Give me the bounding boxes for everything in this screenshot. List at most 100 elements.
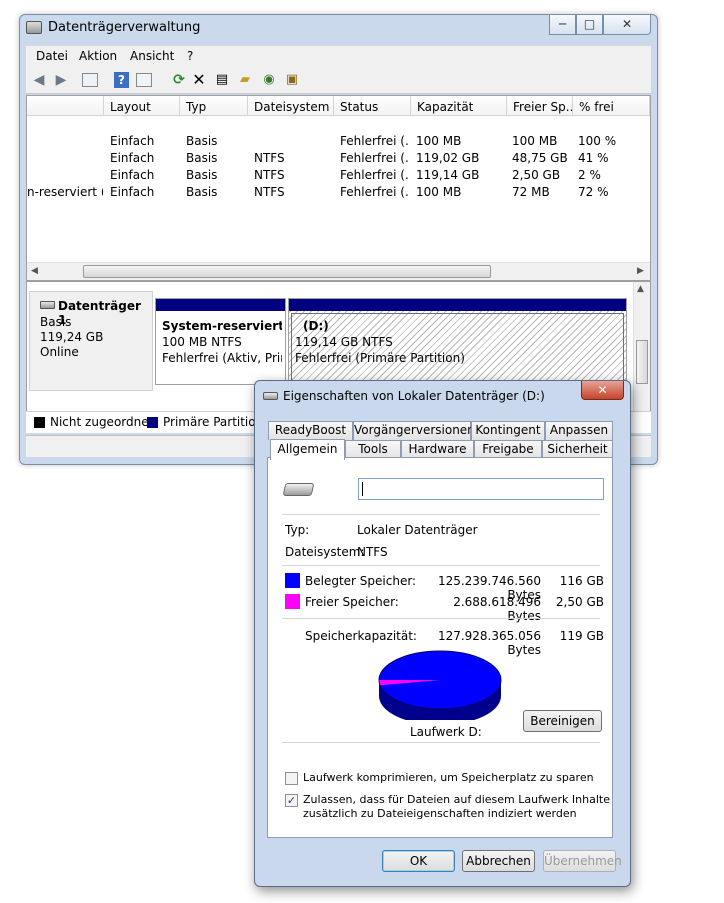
legend-primary-label: Primäre Partition <box>163 415 264 429</box>
row-prozent-frei: 100 % <box>578 134 617 148</box>
row-kapazitaet: 100 MB <box>416 134 462 148</box>
free-space-gb: 2,50 GB <box>555 595 604 609</box>
menu-datei[interactable]: Datei <box>36 49 68 63</box>
table-row[interactable]: n-reserviert (... Einfach Basis NTFS Feh… <box>27 185 650 202</box>
partition-system-reserved[interactable]: System-reserviert (E 100 MB NTFS Fehlerf… <box>155 298 286 385</box>
tab-readyboost[interactable]: ReadyBoost <box>268 421 353 440</box>
row-typ: Basis <box>186 185 218 199</box>
row-prozent-frei: 2 % <box>578 168 601 182</box>
text-cursor <box>362 482 363 496</box>
vertical-scrollbar[interactable]: ▲ <box>633 282 650 412</box>
row-freier-speicher: 100 MB <box>512 134 558 148</box>
drive-label: Laufwerk D: <box>410 725 482 739</box>
close-button[interactable]: ✕ <box>603 15 651 35</box>
disk-management-icon <box>26 21 42 34</box>
explore-icon[interactable]: ◉ <box>260 71 278 89</box>
maximize-button[interactable]: □ <box>576 15 603 35</box>
scroll-thumb[interactable] <box>636 340 648 384</box>
row-layout: Einfach <box>110 151 155 165</box>
scroll-left-icon[interactable]: ◀ <box>31 266 38 276</box>
index-checkbox[interactable]: ✓ <box>285 794 298 807</box>
row-prozent-frei: 41 % <box>578 151 609 165</box>
apply-button[interactable]: Übernehmen <box>543 850 622 872</box>
used-space-swatch <box>285 573 300 588</box>
horizontal-scrollbar[interactable]: ◀ ▶ <box>27 262 650 280</box>
row-status: Fehlerfrei (... <box>340 134 410 148</box>
partition-status: Fehlerfrei (Primäre Partition) <box>295 351 465 365</box>
row-typ: Basis <box>186 151 218 165</box>
drive-name-input[interactable] <box>358 478 604 500</box>
forward-arrow-icon[interactable]: ▶ <box>52 71 70 89</box>
menu-aktion[interactable]: Aktion <box>79 49 117 63</box>
volume-list: Layout Typ Dateisystem Status Kapazität … <box>26 95 651 281</box>
used-space-gb: 116 GB <box>559 574 604 588</box>
tab-vorgaengerversionen[interactable]: Vorgängerversionen <box>353 421 475 440</box>
dialog-title: Eigenschaften von Lokaler Datenträger (D… <box>283 389 545 403</box>
table-row[interactable]: Einfach Basis NTFS Fehlerfrei (... 119,1… <box>27 168 650 185</box>
menu-bar: Datei Aktion Ansicht ? <box>26 45 651 66</box>
console-tree-icon[interactable] <box>82 73 98 87</box>
table-row[interactable]: Einfach Basis Fehlerfrei (... 100 MB 100… <box>27 134 650 151</box>
ok-button[interactable]: OK <box>382 850 455 872</box>
row-dateisystem: NTFS <box>254 168 285 182</box>
partition-size: 119,14 GB NTFS <box>295 335 393 349</box>
row-dateisystem: NTFS <box>254 185 285 199</box>
column-header-volume[interactable] <box>27 96 104 116</box>
legend-unallocated-label: Nicht zugeordnet <box>50 415 154 429</box>
row-kapazitaet: 119,14 GB <box>416 168 480 182</box>
tab-allgemein[interactable]: Allgemein <box>270 439 345 460</box>
disk-usage-pie <box>378 650 502 720</box>
menu-help[interactable]: ? <box>187 49 193 63</box>
cancel-button[interactable]: Abbrechen <box>462 850 535 872</box>
partition-d[interactable]: (D:) 119,14 GB NTFS Fehlerfrei (Primäre … <box>288 298 627 385</box>
compress-label: Laufwerk komprimieren, um Speicherplatz … <box>303 771 594 784</box>
cleanup-button[interactable]: Bereinigen <box>523 710 602 732</box>
refresh-icon[interactable]: ⟳ <box>170 71 188 89</box>
column-header-layout[interactable]: Layout <box>104 96 180 116</box>
dateisystem-label: Dateisystem: <box>285 545 365 559</box>
column-header-prozent-frei[interactable]: % frei <box>573 96 650 116</box>
row-prozent-frei: 72 % <box>578 185 609 199</box>
open-folder-icon[interactable]: ▰ <box>236 71 254 89</box>
row-volume: n-reserviert (... <box>27 185 103 199</box>
free-space-label: Freier Speicher: <box>305 595 399 609</box>
disk-size: 119,24 GB <box>40 330 104 344</box>
disk-name: Datenträger 1 <box>58 299 141 327</box>
column-header-kapazitaet[interactable]: Kapazität <box>411 96 507 116</box>
column-header-dateisystem[interactable]: Dateisystem <box>248 96 334 116</box>
column-header-status[interactable]: Status <box>334 96 411 116</box>
tab-anpassen[interactable]: Anpassen <box>545 421 613 440</box>
row-freier-speicher: 72 MB <box>512 185 550 199</box>
dialog-close-icon[interactable]: ✕ <box>581 381 624 400</box>
properties-pane-icon[interactable] <box>136 73 152 87</box>
index-label-line1: Zulassen, dass für Dateien auf diesem La… <box>303 793 610 806</box>
tab-kontingent[interactable]: Kontingent <box>471 421 545 440</box>
column-header-freier-speicher[interactable]: Freier Sp... <box>507 96 573 116</box>
table-row[interactable]: Einfach Basis NTFS Fehlerfrei (... 119,0… <box>27 151 650 168</box>
row-layout: Einfach <box>110 134 155 148</box>
column-header-typ[interactable]: Typ <box>180 96 248 116</box>
row-typ: Basis <box>186 134 218 148</box>
properties-dialog: Eigenschaften von Lokaler Datenträger (D… <box>254 380 631 887</box>
minimize-button[interactable]: ─ <box>549 15 576 35</box>
delete-icon[interactable]: ✕ <box>190 71 208 89</box>
row-kapazitaet: 100 MB <box>416 185 462 199</box>
row-status: Fehlerfrei (... <box>340 151 410 165</box>
disk-info-box[interactable]: Datenträger 1 Basis 119,24 GB Online <box>29 291 153 391</box>
help-icon[interactable]: ? <box>114 72 129 88</box>
scroll-right-icon[interactable]: ▶ <box>637 266 644 276</box>
drive-icon <box>282 483 315 496</box>
scroll-up-icon[interactable]: ▲ <box>637 284 644 294</box>
settings-icon[interactable]: ▣ <box>283 71 301 89</box>
tab-panel-allgemein: Typ: Lokaler Datenträger Dateisystem: NT… <box>267 457 613 838</box>
menu-ansicht[interactable]: Ansicht <box>130 49 174 63</box>
row-status: Fehlerfrei (... <box>340 168 410 182</box>
properties-icon[interactable]: ▤ <box>213 71 231 89</box>
capacity-label: Speicherkapazität: <box>305 629 417 643</box>
compress-checkbox[interactable] <box>285 772 298 785</box>
scroll-thumb[interactable] <box>83 265 491 278</box>
typ-label: Typ: <box>285 523 310 537</box>
index-label-line2: zusätzlich zu Dateieigenschaften indizie… <box>303 807 577 820</box>
legend-swatch-primary <box>147 417 158 428</box>
back-arrow-icon[interactable]: ◀ <box>30 71 48 89</box>
